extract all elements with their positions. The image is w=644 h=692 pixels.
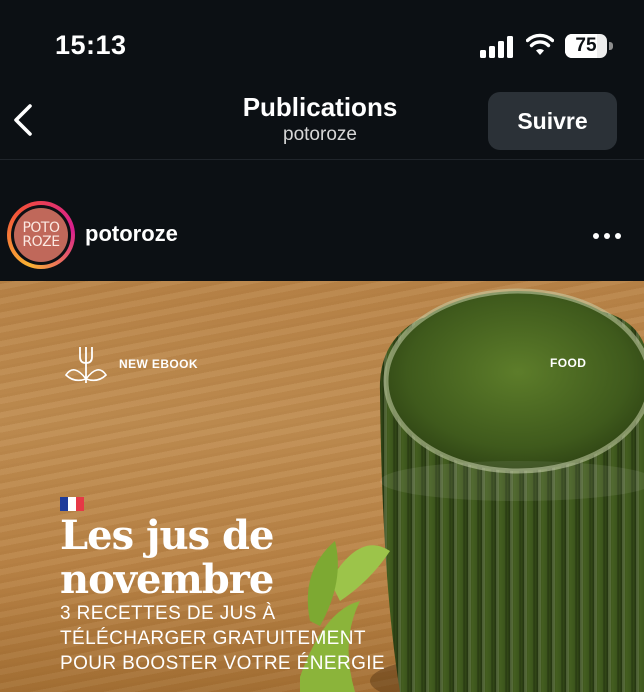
fork-leaf-logo-icon <box>64 347 108 383</box>
ebook-label: NEW EBOOK <box>119 357 198 371</box>
subhead-line-1: 3 RECETTES DE JUS À <box>60 603 276 624</box>
battery-percent: 75 <box>575 35 597 56</box>
follow-button[interactable]: Suivre <box>488 92 617 150</box>
page-subtitle: potoroze <box>283 124 357 145</box>
subhead-line-2: TÉLÉCHARGER GRATUITEMENT <box>60 628 366 649</box>
headline-line-1: Les jus de <box>60 512 274 559</box>
status-bar: 15:13 75 <box>0 0 644 90</box>
avatar-logo: POTO ROZE <box>14 208 68 262</box>
top-navigation-bar: Publications potoroze Suivre <box>0 90 644 160</box>
avatar-story-ring[interactable]: POTO ROZE <box>7 201 75 269</box>
header-title-block: Publications potoroze <box>170 90 470 147</box>
avatar[interactable]: POTO ROZE <box>11 205 71 265</box>
cellular-signal-icon <box>480 36 513 58</box>
post-header: POTO ROZE potoroze <box>0 200 644 272</box>
subhead-line-3: POUR BOOSTER VOTRE ÉNERGIE <box>60 653 386 674</box>
post-headline: Les jus de novembre <box>60 514 400 602</box>
post-username[interactable]: potoroze <box>85 221 178 247</box>
wifi-icon <box>526 33 554 55</box>
header-divider <box>0 159 644 160</box>
battery-icon: 75 <box>565 34 613 58</box>
french-flag-icon <box>60 497 84 511</box>
post-subheadline: 3 RECETTES DE JUS À TÉLÉCHARGER GRATUITE… <box>60 601 460 676</box>
headline-line-2: novembre <box>60 556 274 603</box>
post-image[interactable]: NEW EBOOK FOOD Les jus de novembre 3 REC… <box>0 281 644 692</box>
page-title: Publications <box>242 92 398 122</box>
category-label: FOOD <box>550 356 587 370</box>
more-horizontal-icon[interactable] <box>590 224 624 248</box>
avatar-logo-text-1: POTO <box>22 220 60 236</box>
status-time: 15:13 <box>55 30 127 60</box>
chevron-left-icon[interactable] <box>6 98 42 142</box>
avatar-logo-text-2: ROZE <box>22 234 60 250</box>
